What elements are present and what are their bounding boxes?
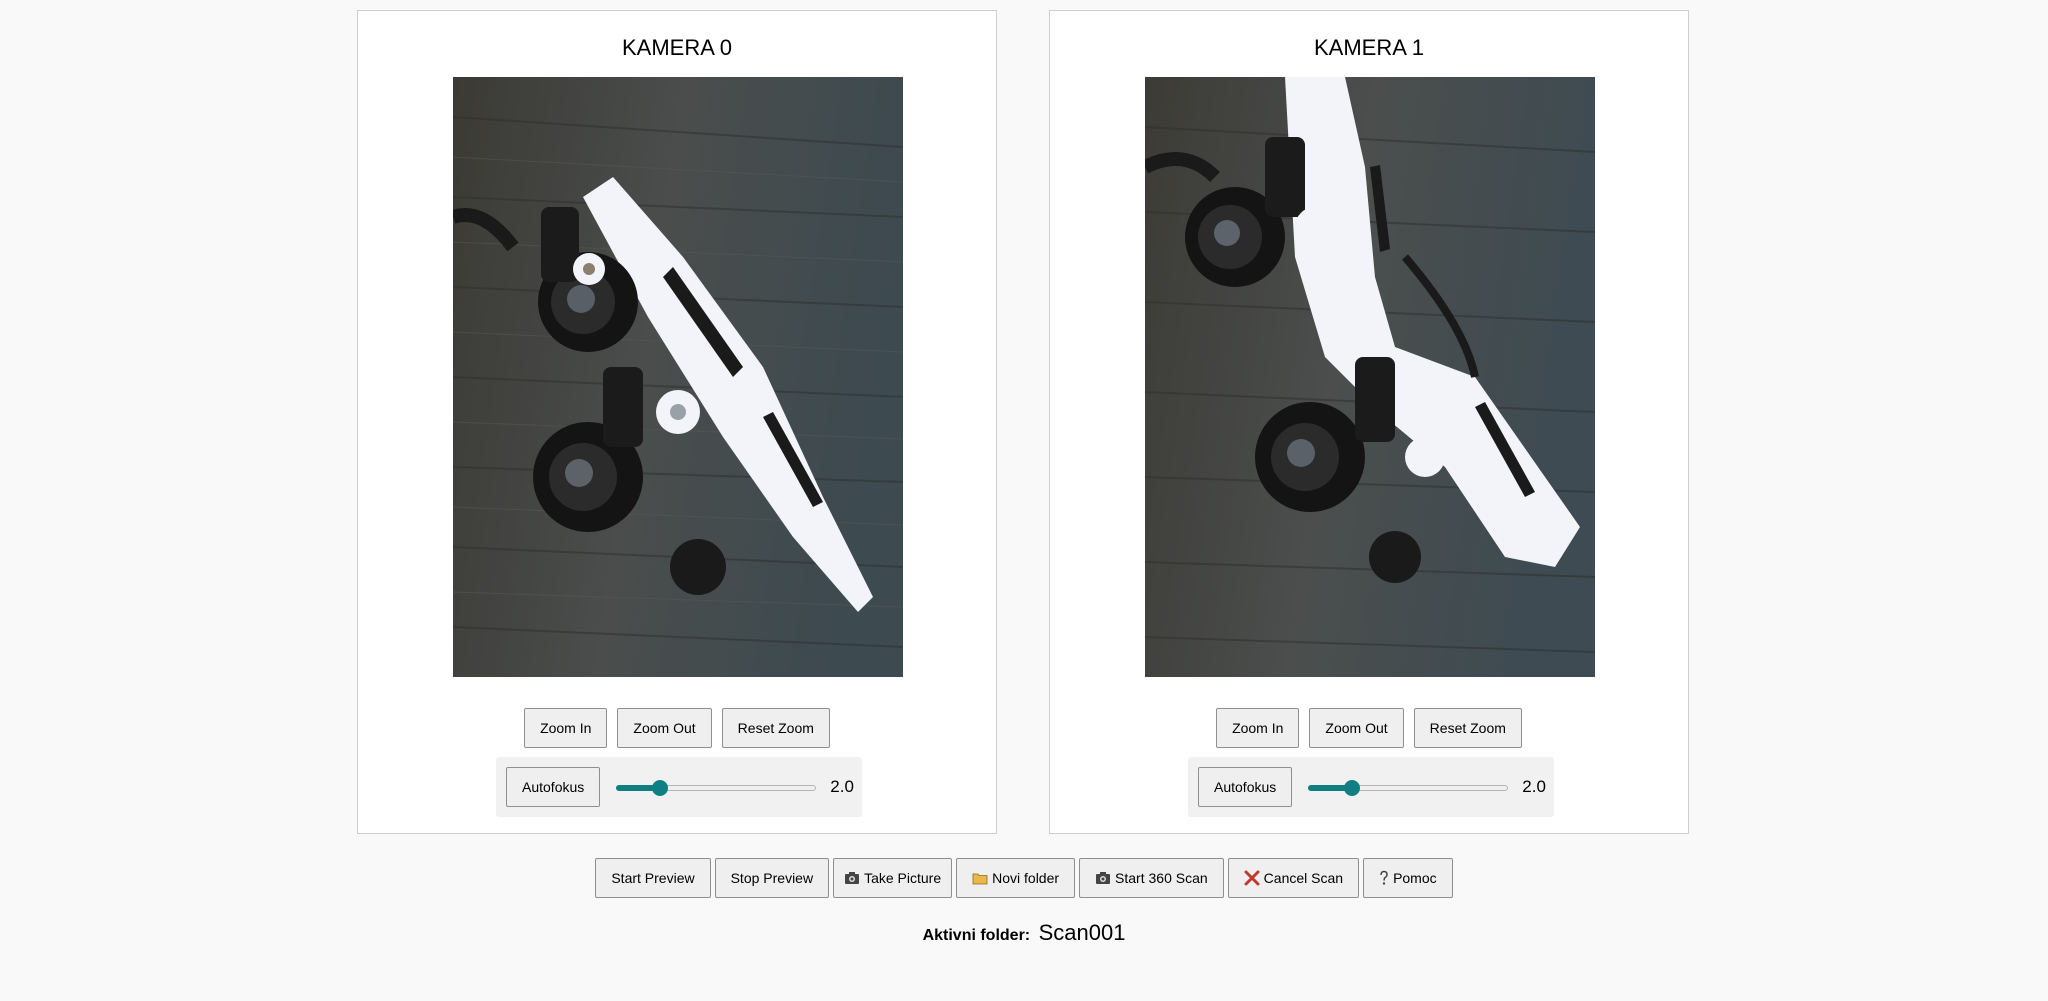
reset-zoom-button[interactable]: Reset Zoom <box>721 708 830 748</box>
camera-panel-1: KAMERA 1 Zoom In Zoom Out Reset Zoom Aut… <box>1049 10 1689 834</box>
active-folder-label: Aktivni folder: <box>922 927 1031 944</box>
take-picture-label: Take Picture <box>864 870 942 886</box>
zoom-controls: Zoom In Zoom Out Reset Zoom <box>358 708 996 748</box>
folder-icon <box>972 870 988 886</box>
active-folder-value: Scan001 <box>1038 920 1126 945</box>
main-toolbar: Start Preview Stop Preview Take Picture … <box>0 858 2048 898</box>
focus-slider[interactable] <box>616 777 817 797</box>
new-folder-label: Novi folder <box>992 870 1060 886</box>
zoom-controls: Zoom In Zoom Out Reset Zoom <box>1050 708 1688 748</box>
focus-value: 2.0 <box>1522 777 1546 796</box>
cancel-scan-label: Cancel Scan <box>1263 870 1344 886</box>
new-folder-button[interactable]: Novi folder <box>956 858 1076 898</box>
zoom-out-button[interactable]: Zoom Out <box>1309 708 1404 748</box>
active-folder: Aktivni folder: Scan001 <box>0 920 2048 946</box>
camera-title: KAMERA 0 <box>621 35 733 60</box>
help-label: Pomoc <box>1393 870 1437 886</box>
zoom-out-button[interactable]: Zoom Out <box>617 708 712 748</box>
start-scan-button[interactable]: Start 360 Scan <box>1079 858 1224 898</box>
camera-preview-image <box>1145 77 1595 677</box>
slider-thumb[interactable] <box>1344 780 1361 796</box>
focus-slider[interactable] <box>1308 777 1509 797</box>
start-preview-label: Start Preview <box>611 870 695 886</box>
camera-title: KAMERA 1 <box>1313 35 1425 60</box>
autofocus-button[interactable]: Autofokus <box>1198 767 1293 807</box>
focus-value: 2.0 <box>830 777 854 796</box>
zoom-in-button[interactable]: Zoom In <box>1216 708 1300 748</box>
start-scan-label: Start 360 Scan <box>1115 870 1208 886</box>
help-button[interactable]: Pomoc <box>1363 858 1453 898</box>
slider-thumb[interactable] <box>652 780 669 796</box>
camera-icon <box>844 870 860 886</box>
camera-preview-image <box>453 77 903 677</box>
cross-icon <box>1244 870 1260 886</box>
focus-controls: Autofokus 2.0 <box>1188 757 1554 817</box>
cancel-scan-button[interactable]: Cancel Scan <box>1227 858 1360 898</box>
question-icon <box>1379 870 1389 886</box>
take-picture-button[interactable]: Take Picture <box>833 858 953 898</box>
reset-zoom-button[interactable]: Reset Zoom <box>1413 708 1522 748</box>
autofocus-button[interactable]: Autofokus <box>506 767 601 807</box>
start-preview-button[interactable]: Start Preview <box>595 858 711 898</box>
stop-preview-button[interactable]: Stop Preview <box>714 858 830 898</box>
focus-controls: Autofokus 2.0 <box>496 757 862 817</box>
zoom-in-button[interactable]: Zoom In <box>524 708 608 748</box>
camera-icon <box>1095 870 1111 886</box>
camera-panel-0: KAMERA 0 Zoom In Zoom Out Reset Zoom Aut… <box>357 10 997 834</box>
stop-preview-label: Stop Preview <box>730 870 814 886</box>
app-root: KAMERA 0 Zoom In Zoom Out Reset Zoom Aut… <box>0 0 2048 1001</box>
